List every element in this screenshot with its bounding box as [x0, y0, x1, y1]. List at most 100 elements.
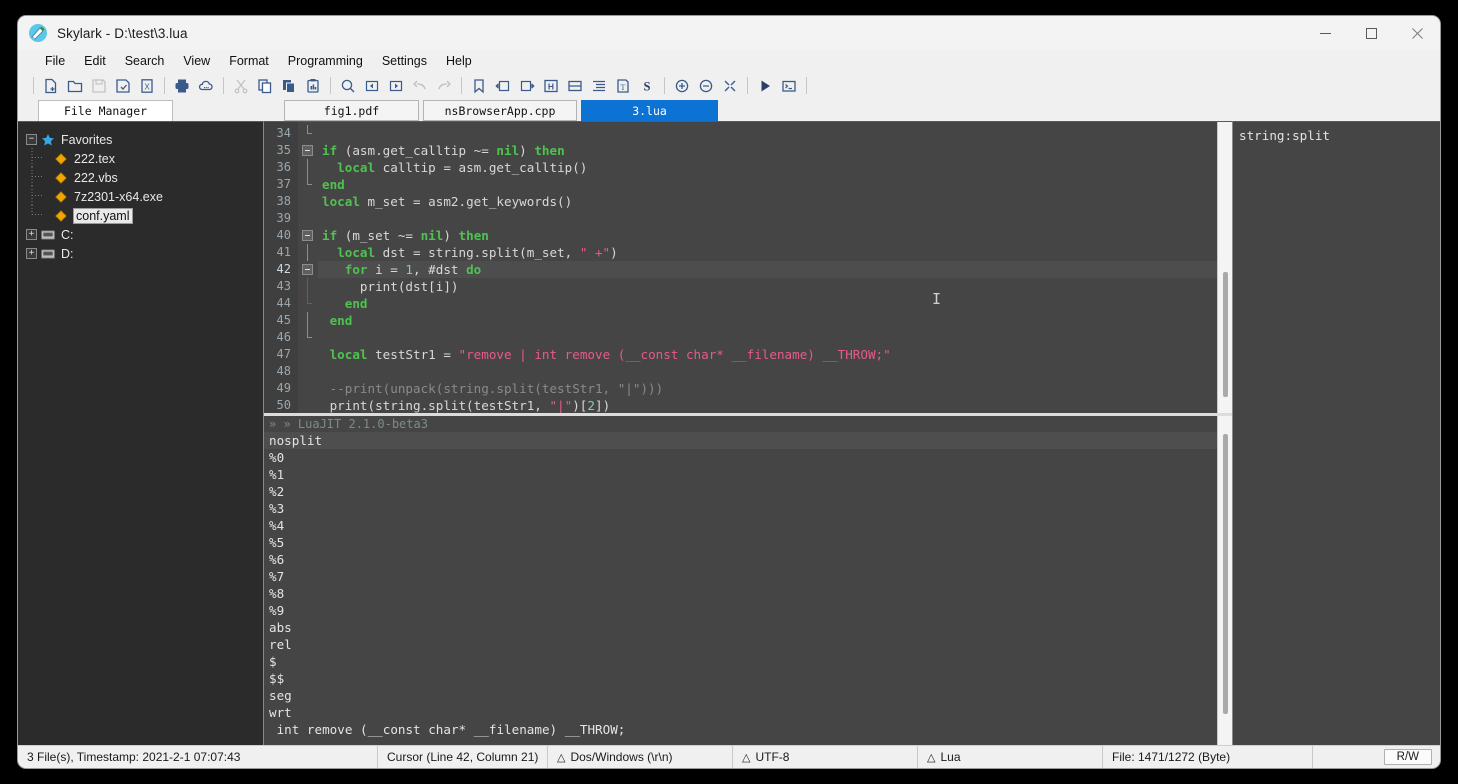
code-folding-column[interactable]: [298, 122, 318, 413]
tree-node-7z2301-x64-exe[interactable]: 7z2301-x64.exe: [26, 185, 263, 206]
code-editor[interactable]: 34 35 36 37 38 39 40 41 42 43 44 45 46 4…: [264, 122, 1232, 415]
code-line: --print(unpack(string.split(testStr1, "|…: [318, 380, 1232, 397]
output-console[interactable]: » » LuaJIT 2.1.0-beta3 nosplit %0 %1 %2 …: [264, 415, 1232, 745]
collapse-expander-icon[interactable]: −: [26, 134, 37, 145]
bookmark-icon[interactable]: [468, 75, 490, 97]
export-icon[interactable]: X: [136, 75, 158, 97]
editor-scroll-thumb[interactable]: [1223, 272, 1228, 397]
menu-programming[interactable]: Programming: [279, 52, 372, 70]
cloud-icon[interactable]: [195, 75, 217, 97]
code-token: calltip = asm.get_calltip(): [375, 160, 588, 175]
tab-3-lua[interactable]: 3.lua: [581, 100, 718, 121]
line-number: 37: [276, 177, 291, 191]
code-line-current: for i = 1, #dst do: [318, 261, 1232, 278]
header-icon[interactable]: H: [540, 75, 562, 97]
tree-node-222-tex[interactable]: 222.tex: [26, 147, 263, 168]
zoom-out-icon[interactable]: [695, 75, 717, 97]
menu-search[interactable]: Search: [116, 52, 174, 70]
fold-toggle-icon[interactable]: [302, 230, 313, 241]
tree-node-conf-yaml[interactable]: conf.yaml: [26, 204, 263, 225]
indent-icon[interactable]: [588, 75, 610, 97]
fold-row: [298, 295, 318, 312]
tree-node-222-vbs[interactable]: 222.vbs: [26, 166, 263, 187]
code-token: testStr1 =: [367, 347, 459, 362]
toolbar-separator: [461, 77, 462, 94]
console-line: %2: [269, 484, 285, 499]
save-icon[interactable]: [88, 75, 110, 97]
copy-icon[interactable]: [254, 75, 276, 97]
menu-help[interactable]: Help: [437, 52, 481, 70]
symbol-panel[interactable]: string:split: [1232, 121, 1440, 745]
fold-toggle-icon[interactable]: [302, 145, 313, 156]
console-scrollbar[interactable]: [1217, 416, 1232, 745]
print-icon[interactable]: [171, 75, 193, 97]
expand-expander-icon[interactable]: +: [26, 229, 37, 240]
menu-bar: File Edit Search View Format Programming…: [18, 50, 1440, 72]
open-folder-icon[interactable]: [64, 75, 86, 97]
fold-row[interactable]: [298, 142, 318, 159]
maximize-button[interactable]: [1348, 16, 1394, 50]
fold-row[interactable]: [298, 227, 318, 244]
code-line: if (m_set ~= nil) then: [318, 227, 1232, 244]
tree-label: Favorites: [61, 132, 113, 147]
menu-edit[interactable]: Edit: [75, 52, 115, 70]
goto-next-bookmark-icon[interactable]: [516, 75, 538, 97]
fold-line-end: [307, 176, 312, 185]
tree-node-drive-c[interactable]: + C:: [26, 225, 263, 244]
text-box-icon[interactable]: T: [612, 75, 634, 97]
menu-settings[interactable]: Settings: [373, 52, 436, 70]
code-token: local: [337, 245, 376, 260]
menu-view[interactable]: View: [174, 52, 219, 70]
redo-icon[interactable]: [433, 75, 455, 97]
minimize-button[interactable]: [1302, 16, 1348, 50]
run-icon[interactable]: [754, 75, 776, 97]
paste-special-icon[interactable]: [302, 75, 324, 97]
tree-node-favorites[interactable]: − Favorites: [26, 130, 263, 149]
find-next-icon[interactable]: [385, 75, 407, 97]
status-encoding[interactable]: △ UTF-8: [733, 746, 918, 768]
editor-scrollbar[interactable]: [1217, 122, 1232, 413]
fold-toggle-icon[interactable]: [302, 264, 313, 275]
zoom-in-icon[interactable]: [671, 75, 693, 97]
find-previous-icon[interactable]: [361, 75, 383, 97]
save-as-icon[interactable]: [112, 75, 134, 97]
toolbar-separator: [806, 77, 807, 94]
tree-node-drive-d[interactable]: + D:: [26, 244, 263, 263]
code-token: i =: [367, 262, 406, 277]
tab-nsbrowserapp-cpp[interactable]: nsBrowserApp.cpp: [423, 100, 577, 121]
line-number: 45: [276, 313, 291, 327]
fold-row[interactable]: [298, 261, 318, 278]
fold-line: [307, 244, 308, 261]
tab-file-manager[interactable]: File Manager: [38, 100, 173, 121]
split-view-icon[interactable]: [564, 75, 586, 97]
status-cursor-position[interactable]: Cursor (Line 42, Column 21): [378, 746, 548, 768]
find-icon[interactable]: [337, 75, 359, 97]
goto-previous-bookmark-icon[interactable]: [492, 75, 514, 97]
status-line-ending[interactable]: △ Dos/Windows (\r\n): [548, 746, 733, 768]
diamond-icon: [54, 209, 68, 223]
code-text-area[interactable]: if (asm.get_calltip ~= nil) then local c…: [318, 122, 1232, 413]
menu-format[interactable]: Format: [220, 52, 278, 70]
cut-icon[interactable]: [230, 75, 252, 97]
tree-label-selected: conf.yaml: [73, 207, 133, 224]
code-token: nil: [420, 228, 444, 243]
code-token: if: [322, 143, 338, 158]
new-file-icon[interactable]: [40, 75, 62, 97]
console-scroll-thumb[interactable]: [1223, 434, 1228, 714]
menu-file[interactable]: File: [36, 52, 74, 70]
diamond-icon: [54, 190, 68, 204]
bold-s-icon[interactable]: S: [636, 75, 658, 97]
code-line: local dst = string.split(m_set, " +"): [318, 244, 1232, 261]
paste-icon[interactable]: [278, 75, 300, 97]
code-token: ]): [594, 398, 611, 413]
tab-fig1-pdf[interactable]: fig1.pdf: [284, 100, 419, 121]
terminal-icon[interactable]: [778, 75, 800, 97]
close-button[interactable]: [1394, 16, 1440, 50]
status-read-write-mode[interactable]: R/W: [1383, 749, 1432, 765]
status-language[interactable]: △ Lua: [918, 746, 1103, 768]
fullscreen-icon[interactable]: [719, 75, 741, 97]
code-token: " +": [579, 245, 611, 260]
undo-icon[interactable]: [409, 75, 431, 97]
console-line: %8: [269, 586, 285, 601]
expand-expander-icon[interactable]: +: [26, 248, 37, 259]
